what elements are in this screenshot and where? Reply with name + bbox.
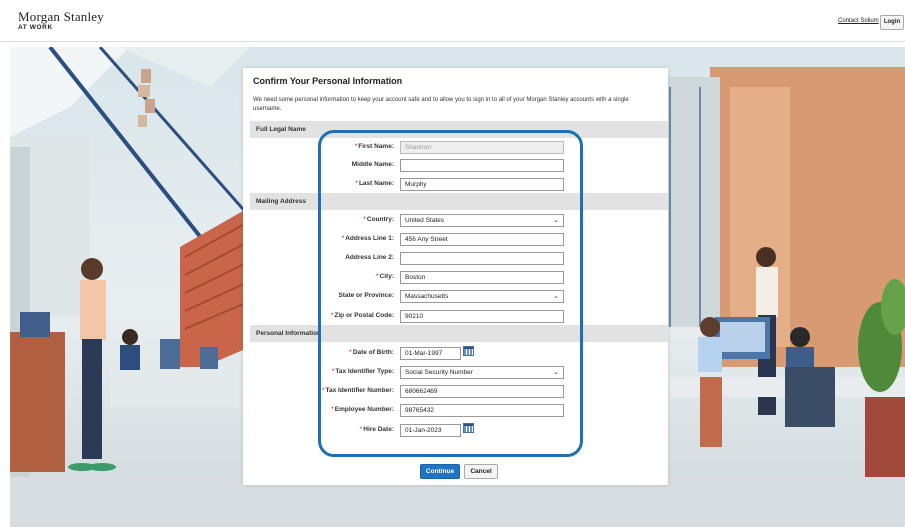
address-line-2-label: Address Line 2: [345,254,394,261]
contact-link[interactable]: Contact Solium [838,18,879,24]
last-name-field[interactable]: Murphy [400,178,564,191]
first-name-field[interactable]: Shannon [400,141,564,154]
site-header: Morgan Stanley AT WORK Contact Solium Lo… [0,0,905,42]
hire-date-field[interactable]: 01-Jan-2023 [400,424,461,437]
dob-field[interactable]: 01-Mar-1997 [400,347,461,360]
brand-name: Morgan Stanley [18,9,104,24]
address-line-1-field[interactable]: 456 Any Street [400,233,564,246]
address-line-2-field[interactable] [400,252,564,265]
middle-name-field[interactable] [400,159,564,172]
tax-type-select[interactable]: Social Security Number ⌄ [400,366,564,379]
zip-label: *Zip or Postal Code: [330,312,394,319]
chevron-down-icon: ⌄ [553,293,559,300]
brand-subtitle: AT WORK [18,24,53,31]
page-title: Confirm Your Personal Information [253,76,403,86]
login-button[interactable]: Login [880,15,904,30]
calendar-icon[interactable] [463,346,474,356]
section-mailing-address: Mailing Address [250,193,668,210]
tax-type-label: *Tax Identifier Type: [331,368,394,375]
chevron-down-icon: ⌄ [553,369,559,376]
city-label: *City: [376,273,394,280]
cancel-button[interactable]: Cancel [464,464,498,479]
middle-name-label: Middle Name: [351,161,394,168]
country-select[interactable]: United States ⌄ [400,214,564,227]
brand-logo[interactable]: Morgan Stanley AT WORK [18,10,104,32]
country-label: *Country: [363,216,394,223]
state-label: State or Province: [338,292,394,299]
intro-text: We need some personal information to kee… [253,97,629,112]
calendar-icon[interactable] [463,423,474,433]
state-select[interactable]: Massachusetts ⌄ [400,290,564,303]
last-name-label: *Last Name: [355,180,394,187]
tax-number-field[interactable]: 680662469 [400,385,564,398]
dob-label: *Date of Birth: [349,349,394,356]
address-line-1-label: *Address Line 1: [341,235,394,242]
employee-number-label: *Employee Number: [331,406,394,413]
city-field[interactable]: Boston [400,271,564,284]
tax-number-label: *Tax Identifier Number: [321,387,394,394]
employee-number-field[interactable]: 98765432 [400,404,564,417]
zip-field[interactable]: 90210 [400,310,564,323]
chevron-down-icon: ⌄ [553,217,559,224]
section-legal-name: Full Legal Name [250,121,668,138]
hire-date-label: *Hire Date: [359,426,394,433]
first-name-label: *First Name: [354,143,394,150]
section-personal-information: Personal Information [250,325,668,342]
continue-button[interactable]: Continue [420,464,460,479]
